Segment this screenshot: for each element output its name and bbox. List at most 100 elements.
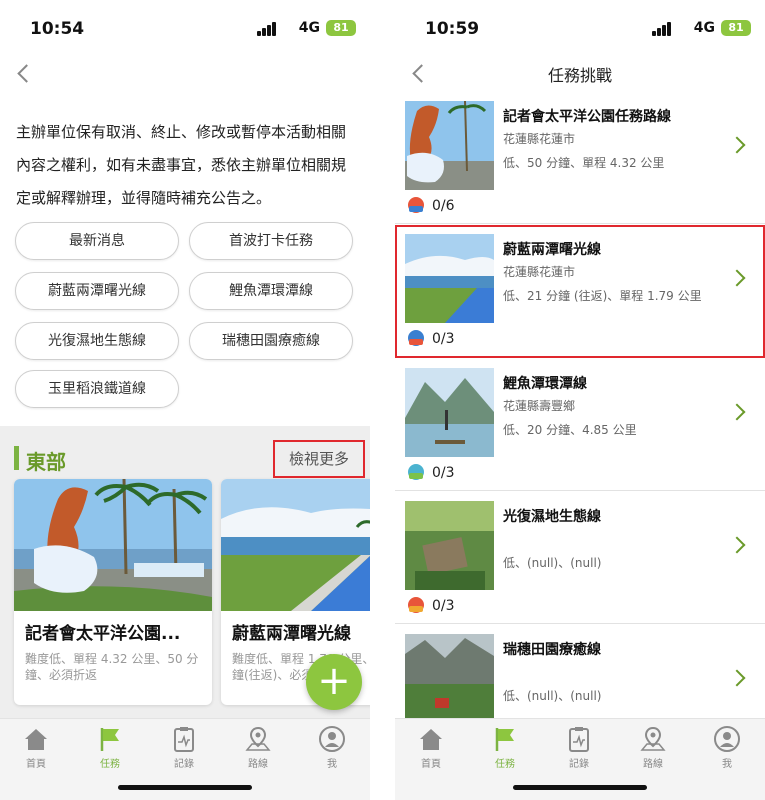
list-item[interactable]: 鯉魚潭環潭線 花蓮縣壽豐鄉 低、20 分鐘、4.85 公里 0/3 <box>395 359 765 491</box>
route-photo <box>221 479 370 611</box>
list-item[interactable]: 蔚藍兩潭曙光線 花蓮縣花蓮市 低、21 分鐘 (往返)、單程 1.79 公里 0… <box>395 225 765 358</box>
tab-routes[interactable]: 路線 <box>228 725 288 770</box>
route-card[interactable]: 記者會太平洋公園... 難度低、單程 4.32 公里、50 分鐘、必須折返 <box>14 479 212 705</box>
item-location: 花蓮縣壽豐鄉 <box>503 399 576 413</box>
tab-home[interactable]: 首頁 <box>401 725 461 770</box>
notice-text: 主辦單位保有取消、終止、修改或暫停本活動相關內容之權利，如有未盡事宜，悉依主辦單… <box>16 123 347 207</box>
flag-icon <box>100 728 119 751</box>
route-thumbnail <box>405 501 494 590</box>
home-icon <box>25 729 47 750</box>
item-meta: 低、50 分鐘、單程 4.32 公里 <box>503 156 665 170</box>
item-title: 光復濕地生態線 <box>503 509 601 525</box>
status-time: 10:54 <box>30 19 85 39</box>
region-title: 東部 <box>26 450 66 474</box>
item-meta: 低、21 分鐘 (往返)、單程 1.79 公里 <box>503 289 702 303</box>
item-title: 鯉魚潭環潭線 <box>503 376 587 392</box>
tab-label: 任務 <box>100 759 120 770</box>
mascot-badge-icon <box>408 464 424 480</box>
status-time: 10:59 <box>425 19 480 39</box>
tab-label: 我 <box>722 759 732 770</box>
map-pin-icon <box>245 726 271 751</box>
home-indicator <box>513 785 647 790</box>
network-label: 4G <box>693 20 715 36</box>
tab-label: 我 <box>327 759 337 770</box>
tab-me[interactable]: 我 <box>302 725 362 770</box>
chip-latest-news[interactable]: 最新消息 <box>15 222 179 260</box>
region-accent-bar <box>14 446 19 470</box>
mascot-badge-icon <box>408 330 424 346</box>
tab-label: 記錄 <box>174 759 194 770</box>
flag-icon <box>495 728 514 751</box>
item-title: 蔚藍兩潭曙光線 <box>503 242 601 258</box>
chevron-right-icon <box>728 269 746 287</box>
progress-count: 0/6 <box>432 198 455 214</box>
chevron-right-icon <box>728 136 746 154</box>
chevron-right-icon <box>728 669 746 687</box>
list-item[interactable]: 記者會太平洋公園任務路線 花蓮縣花蓮市 低、50 分鐘、單程 4.32 公里 0… <box>395 92 765 224</box>
chevron-right-icon <box>728 403 746 421</box>
back-arrow-icon[interactable] <box>12 60 38 88</box>
route-thumbnail <box>405 234 494 323</box>
tab-me[interactable]: 我 <box>697 725 757 770</box>
route-card-desc: 難度低、單程 4.32 公里、50 分鐘、必須折返 <box>25 652 199 682</box>
avatar-icon <box>319 726 345 752</box>
chip-ruisui-route[interactable]: 瑞穗田園療癒線 <box>189 322 353 360</box>
item-meta: 低、(null)、(null) <box>503 556 602 570</box>
tab-label: 首頁 <box>421 759 441 770</box>
battery-icon: 81 <box>721 20 751 36</box>
status-bar: 10:59 4G 81 <box>395 0 765 56</box>
tab-home[interactable]: 首頁 <box>6 725 66 770</box>
item-meta: 低、20 分鐘、4.85 公里 <box>503 423 637 437</box>
tab-label: 首頁 <box>26 759 46 770</box>
map-pin-icon <box>640 726 666 751</box>
page-title: 任務挑戰 <box>547 66 612 85</box>
signal-icon <box>652 22 672 36</box>
nav-bar: 任務挑戰 <box>395 56 765 92</box>
progress-count: 0/3 <box>432 465 455 481</box>
route-card-title: 蔚藍兩潭曙光線 <box>232 624 351 644</box>
tab-records[interactable]: 記錄 <box>549 725 609 770</box>
route-thumbnail <box>405 101 494 190</box>
nav-bar <box>0 56 370 92</box>
left-screen: 10:54 4G 81 主辦單位保有取消、終止、修改或暫停本活動相關內容之權利，… <box>0 0 370 800</box>
mascot-badge-icon <box>408 197 424 213</box>
add-fab-button[interactable]: + <box>306 654 362 710</box>
status-bar: 10:54 4G 81 <box>0 0 370 56</box>
route-card-title: 記者會太平洋公園... <box>25 624 181 644</box>
signal-icon <box>257 22 277 36</box>
chip-yuli-route[interactable]: 玉里稻浪鐵道線 <box>15 370 179 408</box>
route-thumbnail <box>405 634 494 723</box>
network-label: 4G <box>298 20 320 36</box>
chip-carp-lake-route[interactable]: 鯉魚潭環潭線 <box>189 272 353 310</box>
tab-missions[interactable]: 任務 <box>475 725 535 770</box>
clipboard-icon <box>174 727 194 752</box>
item-meta: 低、(null)、(null) <box>503 689 602 703</box>
progress-count: 0/3 <box>432 331 455 347</box>
chip-azure-route[interactable]: 蔚藍兩潭曙光線 <box>15 272 179 310</box>
mascot-badge-icon <box>408 597 424 613</box>
item-title: 瑞穗田園療癒線 <box>503 642 601 658</box>
tab-routes[interactable]: 路線 <box>623 725 683 770</box>
battery-icon: 81 <box>326 20 356 36</box>
view-more-button[interactable]: 檢視更多 <box>273 440 365 478</box>
item-location: 花蓮縣花蓮市 <box>503 132 576 146</box>
chip-guangfu-wetland[interactable]: 光復濕地生態線 <box>15 322 179 360</box>
right-screen: 10:59 4G 81 任務挑戰 記者會太平洋公園任務路線 花蓮縣花蓮市 低、5… <box>395 0 765 800</box>
tab-label: 記錄 <box>569 759 589 770</box>
tab-label: 路線 <box>248 759 268 770</box>
item-title: 記者會太平洋公園任務路線 <box>503 109 671 125</box>
list-item[interactable]: 光復濕地生態線 低、(null)、(null) 0/3 <box>395 492 765 624</box>
home-indicator <box>118 785 252 790</box>
route-thumbnail <box>405 368 494 457</box>
home-icon <box>420 729 442 750</box>
chevron-right-icon <box>728 536 746 554</box>
item-location: 花蓮縣花蓮市 <box>503 265 576 279</box>
tab-records[interactable]: 記錄 <box>154 725 214 770</box>
tab-label: 路線 <box>643 759 663 770</box>
route-photo <box>14 479 212 611</box>
avatar-icon <box>714 726 740 752</box>
tab-missions[interactable]: 任務 <box>80 725 140 770</box>
chip-first-checkin[interactable]: 首波打卡任務 <box>189 222 353 260</box>
tab-label: 任務 <box>495 759 515 770</box>
clipboard-icon <box>569 727 589 752</box>
